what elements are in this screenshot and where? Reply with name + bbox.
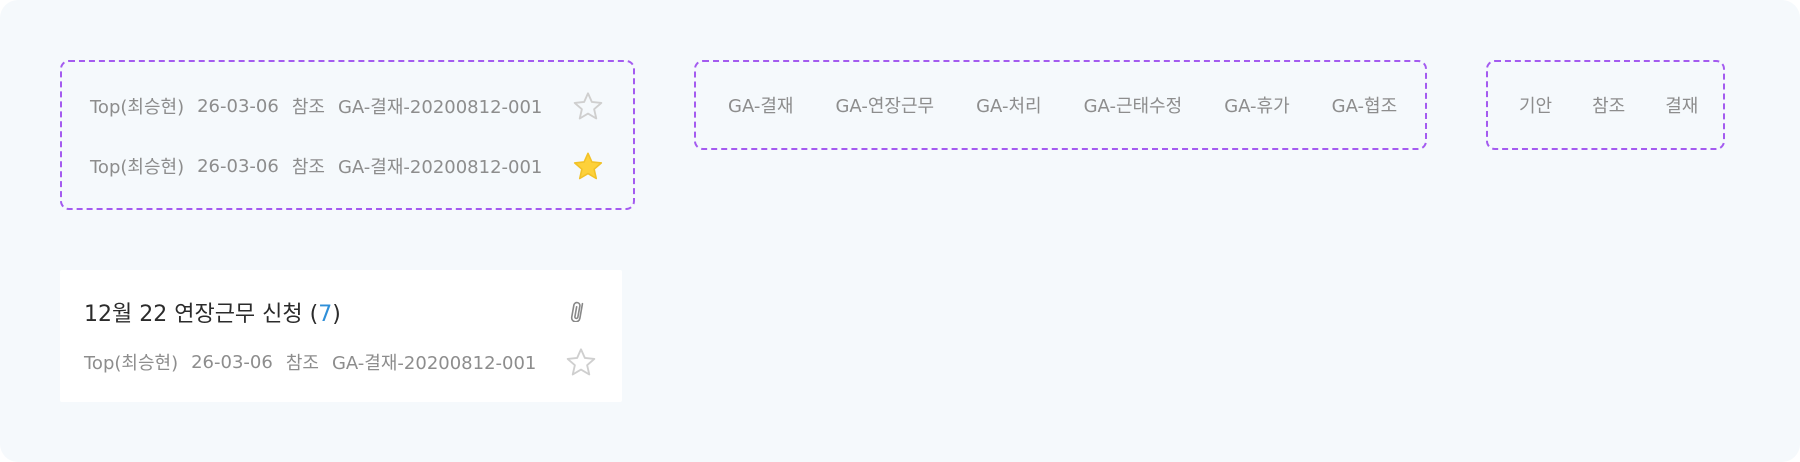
date-label: 26-03-06 bbox=[197, 95, 279, 117]
doc-type-tab-reference[interactable]: 참조 bbox=[1590, 88, 1627, 122]
document-card[interactable]: 12월 22 연장근무 신청 (7) Top(최승현) 26-03-06 참조 … bbox=[60, 270, 622, 402]
doc-number-label: GA-결재-20200812-001 bbox=[331, 353, 537, 374]
star-filled-icon[interactable] bbox=[571, 149, 605, 183]
comment-count: 7 bbox=[318, 302, 333, 327]
category-tab-ga-processing[interactable]: GA-처리 bbox=[974, 88, 1043, 122]
doc-type-tabs: 기안 참조 결재 bbox=[1486, 60, 1725, 150]
card-title-close-paren: ) bbox=[332, 302, 341, 327]
star-outline-icon[interactable] bbox=[564, 345, 598, 379]
card-title[interactable]: 12월 22 연장근무 신청 (7) bbox=[84, 296, 341, 328]
type-label: 참조 bbox=[285, 353, 319, 374]
type-label: 참조 bbox=[291, 97, 325, 118]
category-tab-ga-approval[interactable]: GA-결재 bbox=[726, 88, 795, 122]
card-meta-row: Top(최승현) 26-03-06 참조 GA-결재-20200812-001 bbox=[84, 342, 598, 382]
doc-type-tab-draft[interactable]: 기안 bbox=[1517, 88, 1554, 122]
author-label: Top(최승현) bbox=[90, 97, 185, 118]
canvas-background: Top(최승현) 26-03-06 참조 GA-결재-20200812-001 … bbox=[0, 0, 1800, 462]
card-title-text: 12월 22 연장근무 신청 ( bbox=[84, 302, 319, 327]
approval-row-variants: Top(최승현) 26-03-06 참조 GA-결재-20200812-001 … bbox=[60, 60, 635, 210]
date-label: 26-03-06 bbox=[197, 155, 279, 177]
doc-type-tab-approval[interactable]: 결재 bbox=[1663, 88, 1700, 122]
type-label: 참조 bbox=[291, 157, 325, 178]
date-label: 26-03-06 bbox=[191, 351, 273, 373]
author-label: Top(최승현) bbox=[84, 353, 179, 374]
doc-number-label: GA-결재-20200812-001 bbox=[337, 97, 543, 118]
star-outline-icon[interactable] bbox=[571, 89, 605, 123]
paperclip-icon[interactable] bbox=[566, 300, 592, 323]
category-tab-ga-overtime[interactable]: GA-연장근무 bbox=[833, 88, 936, 122]
category-tab-ga-cooperation[interactable]: GA-협조 bbox=[1330, 88, 1399, 122]
approval-row[interactable]: Top(최승현) 26-03-06 참조 GA-결재-20200812-001 bbox=[90, 146, 605, 186]
category-tabs: GA-결재 GA-연장근무 GA-처리 GA-근태수정 GA-휴가 GA-협조 bbox=[694, 60, 1427, 150]
doc-number-label: GA-결재-20200812-001 bbox=[337, 157, 543, 178]
category-tab-ga-attendance-edit[interactable]: GA-근태수정 bbox=[1082, 88, 1185, 122]
approval-row[interactable]: Top(최승현) 26-03-06 참조 GA-결재-20200812-001 bbox=[90, 86, 605, 126]
category-tab-ga-vacation[interactable]: GA-휴가 bbox=[1222, 88, 1291, 122]
author-label: Top(최승현) bbox=[90, 157, 185, 178]
